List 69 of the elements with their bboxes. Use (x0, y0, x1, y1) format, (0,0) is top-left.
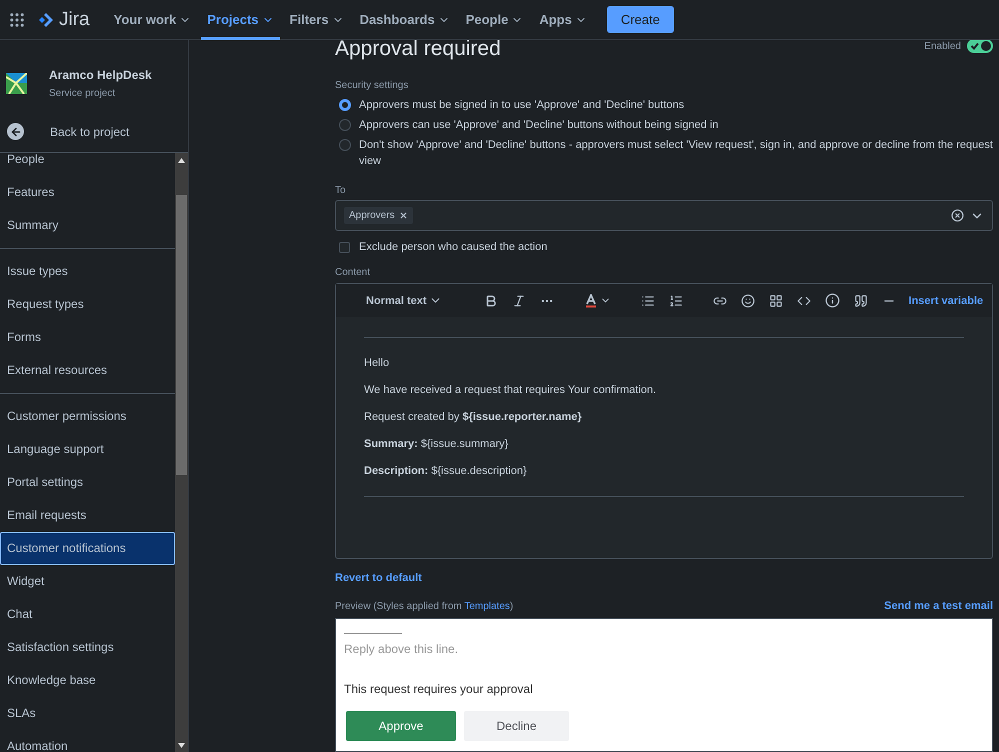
revert-link[interactable]: Revert to default (335, 572, 422, 584)
nav-menu-item[interactable]: Projects (201, 0, 280, 40)
editor-paragraph: Summary: ${issue.summary} (364, 438, 510, 450)
radio-label: Approvers can use 'Approve' and 'Decline' buttons without being signed in (359, 118, 718, 133)
recipients-field[interactable]: Approvers (335, 200, 993, 232)
sidebar-item[interactable]: Features (0, 176, 175, 209)
text-style-dropdown[interactable]: Normal text (361, 288, 447, 313)
back-link[interactable]: Back to project (0, 113, 188, 150)
logo-icon (38, 12, 54, 28)
project-logo-icon (6, 73, 27, 94)
editor-paragraph: Hello (364, 357, 390, 370)
scrollbar[interactable] (175, 153, 188, 752)
sidebar-item[interactable]: Customer permissions (0, 400, 175, 433)
sidebar-item[interactable]: Knowledge base (0, 664, 175, 697)
sidebar-item[interactable]: Forms (0, 321, 175, 354)
sidebar-item[interactable]: People (0, 153, 175, 176)
radio-button[interactable] (339, 139, 351, 151)
sidebar-item[interactable]: Widget (0, 565, 175, 598)
project-name: Aramco HelpDesk (49, 68, 152, 82)
sidebar-item[interactable]: External resources (0, 354, 175, 387)
sidebar-item[interactable]: Chat (0, 598, 175, 631)
app-grid-icon[interactable] (8, 10, 26, 28)
radio-label: Don't show 'Approve' and 'Decline' buttons - approvers must select 'View request', sign in, and approve or decline from the request view (359, 138, 993, 169)
toggle-label: Enabled (924, 40, 961, 52)
nav-menu-item[interactable]: Dashboards (354, 0, 456, 40)
sidebar-item[interactable]: Customer notifications (0, 532, 175, 565)
page-title: Approval required (335, 40, 501, 61)
checkbox[interactable] (339, 242, 350, 253)
enabled-toggle[interactable] (967, 40, 993, 53)
sidebar-item[interactable]: Satisfaction settings (0, 631, 175, 664)
nav-menu-item[interactable]: Filters (284, 0, 350, 40)
sidebar-item[interactable]: Language support (0, 433, 175, 466)
field-label: Content (335, 267, 372, 278)
clear-icon (951, 209, 964, 222)
text-color-icon (584, 294, 598, 308)
templates-link[interactable]: Templates (464, 600, 510, 612)
sidebar-item[interactable]: Summary (0, 209, 175, 242)
scroll-down-icon[interactable] (178, 742, 185, 748)
sidebar-item[interactable]: Email requests (0, 499, 175, 532)
checkbox-label: Exclude person who caused the action (359, 241, 548, 254)
reply-hint: Reply above this line. (344, 642, 460, 656)
preview-message: This request requires your approval (344, 682, 534, 696)
preview-label: Preview (Styles applied from Templates) (335, 600, 514, 612)
test-email-link[interactable]: Send me a test email (884, 600, 993, 612)
sidebar-item[interactable]: Issue types (0, 255, 175, 288)
editor-paragraph: Request created by ${issue.reporter.name} (364, 411, 583, 424)
radio-label: Approvers must be signed in to use 'Approve' and 'Decline' buttons (359, 98, 684, 113)
nav-menu-item[interactable]: Apps (533, 0, 593, 40)
radio-button[interactable] (339, 99, 351, 111)
approve-button[interactable]: Approve (346, 711, 456, 741)
nav-menu-item[interactable]: People (460, 0, 530, 40)
section-label: Security settings (335, 80, 410, 91)
sidebar-item[interactable]: Request types (0, 288, 175, 321)
editor-paragraph: We have received a request that requires Your confirmation. (364, 384, 658, 396)
field-label: To (335, 185, 347, 196)
recipient-tag: Approvers (344, 207, 413, 224)
sidebar-item[interactable]: SLAs (0, 697, 175, 730)
sidebar-item[interactable]: Automation (0, 730, 175, 752)
product-name: Jira (59, 8, 90, 30)
editor-paragraph: Description: ${issue.description} (364, 465, 528, 478)
decline-button[interactable]: Decline (464, 711, 569, 741)
radio-button[interactable] (339, 119, 351, 131)
nav-menu-item[interactable]: Your work (108, 0, 198, 40)
sidebar-item[interactable]: Portal settings (0, 466, 175, 499)
remove-icon[interactable] (398, 211, 408, 220)
scroll-up-icon[interactable] (178, 158, 185, 162)
project-type: Service project (49, 88, 116, 99)
create-button[interactable]: Create (606, 6, 674, 33)
insert-variable-link[interactable]: Insert variable (908, 294, 984, 307)
